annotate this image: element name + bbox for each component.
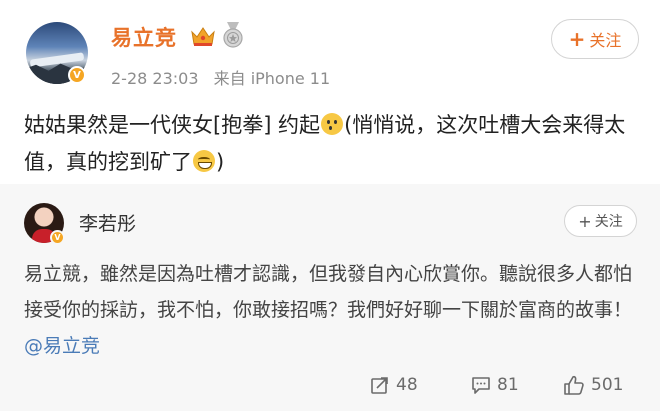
repost-card[interactable]: V 李若彤 + 关注 易立競，雖然是因為吐槽才認識，但我發自內心欣賞你。聽說很多… [0,184,660,411]
action-bar: 48 81 501 [0,370,660,400]
repost-follow-button[interactable]: + 关注 [564,205,637,237]
weibo-post: V 易立竞 2-28 23:03 来自 iPhone 11 + 关注 姑姑果然是… [0,0,660,184]
medal-icon[interactable] [222,21,244,49]
plus-icon: + [568,27,586,51]
post-text-close-paren: ) [216,150,225,174]
fear-emoji-icon [321,113,344,135]
post-text-part1: 姑姑果然是一代侠女[抱拳] 约起 [24,113,321,137]
follow-button-label: 关注 [589,31,622,50]
post-meta: 2-28 23:03 来自 iPhone 11 [111,65,340,89]
forward-action[interactable]: 48 [370,370,418,400]
forward-count: 48 [396,375,418,395]
like-count: 501 [591,375,624,395]
post-source: 来自 iPhone 11 [213,69,331,88]
repost-text: 易立競，雖然是因為吐槽才認識，但我發自內心欣賞你。聽說很多人都怕接受你的採訪，我… [24,256,644,364]
crown-icon[interactable] [190,24,216,48]
comment-action[interactable]: 81 [471,370,519,400]
repost-follow-label: 关注 [594,214,623,230]
thumbs-up-icon [564,375,584,395]
comment-icon [472,377,490,394]
post-timestamp: 2-28 23:03 [111,69,199,88]
comment-count: 81 [497,375,519,395]
repost-username[interactable]: 李若彤 [79,209,136,236]
repost-body: 易立競，雖然是因為吐槽才認識，但我發自內心欣賞你。聽說很多人都怕接受你的採訪，我… [24,263,633,321]
mention-link[interactable]: @易立竞 [24,335,100,357]
grin-emoji-icon [193,150,215,172]
repost-verified-badge-icon: V [50,230,65,245]
post-text: 姑姑果然是一代侠女[抱拳] 约起 (悄悄说，这次吐槽大会来得太值，真的挖到矿了) [24,107,642,181]
plus-icon: + [578,211,592,231]
follow-button[interactable]: + 关注 [551,19,639,59]
forward-icon [371,377,388,394]
verified-badge-icon: V [68,66,86,84]
like-action[interactable]: 501 [563,370,623,400]
post-username[interactable]: 易立竞 [111,22,177,52]
